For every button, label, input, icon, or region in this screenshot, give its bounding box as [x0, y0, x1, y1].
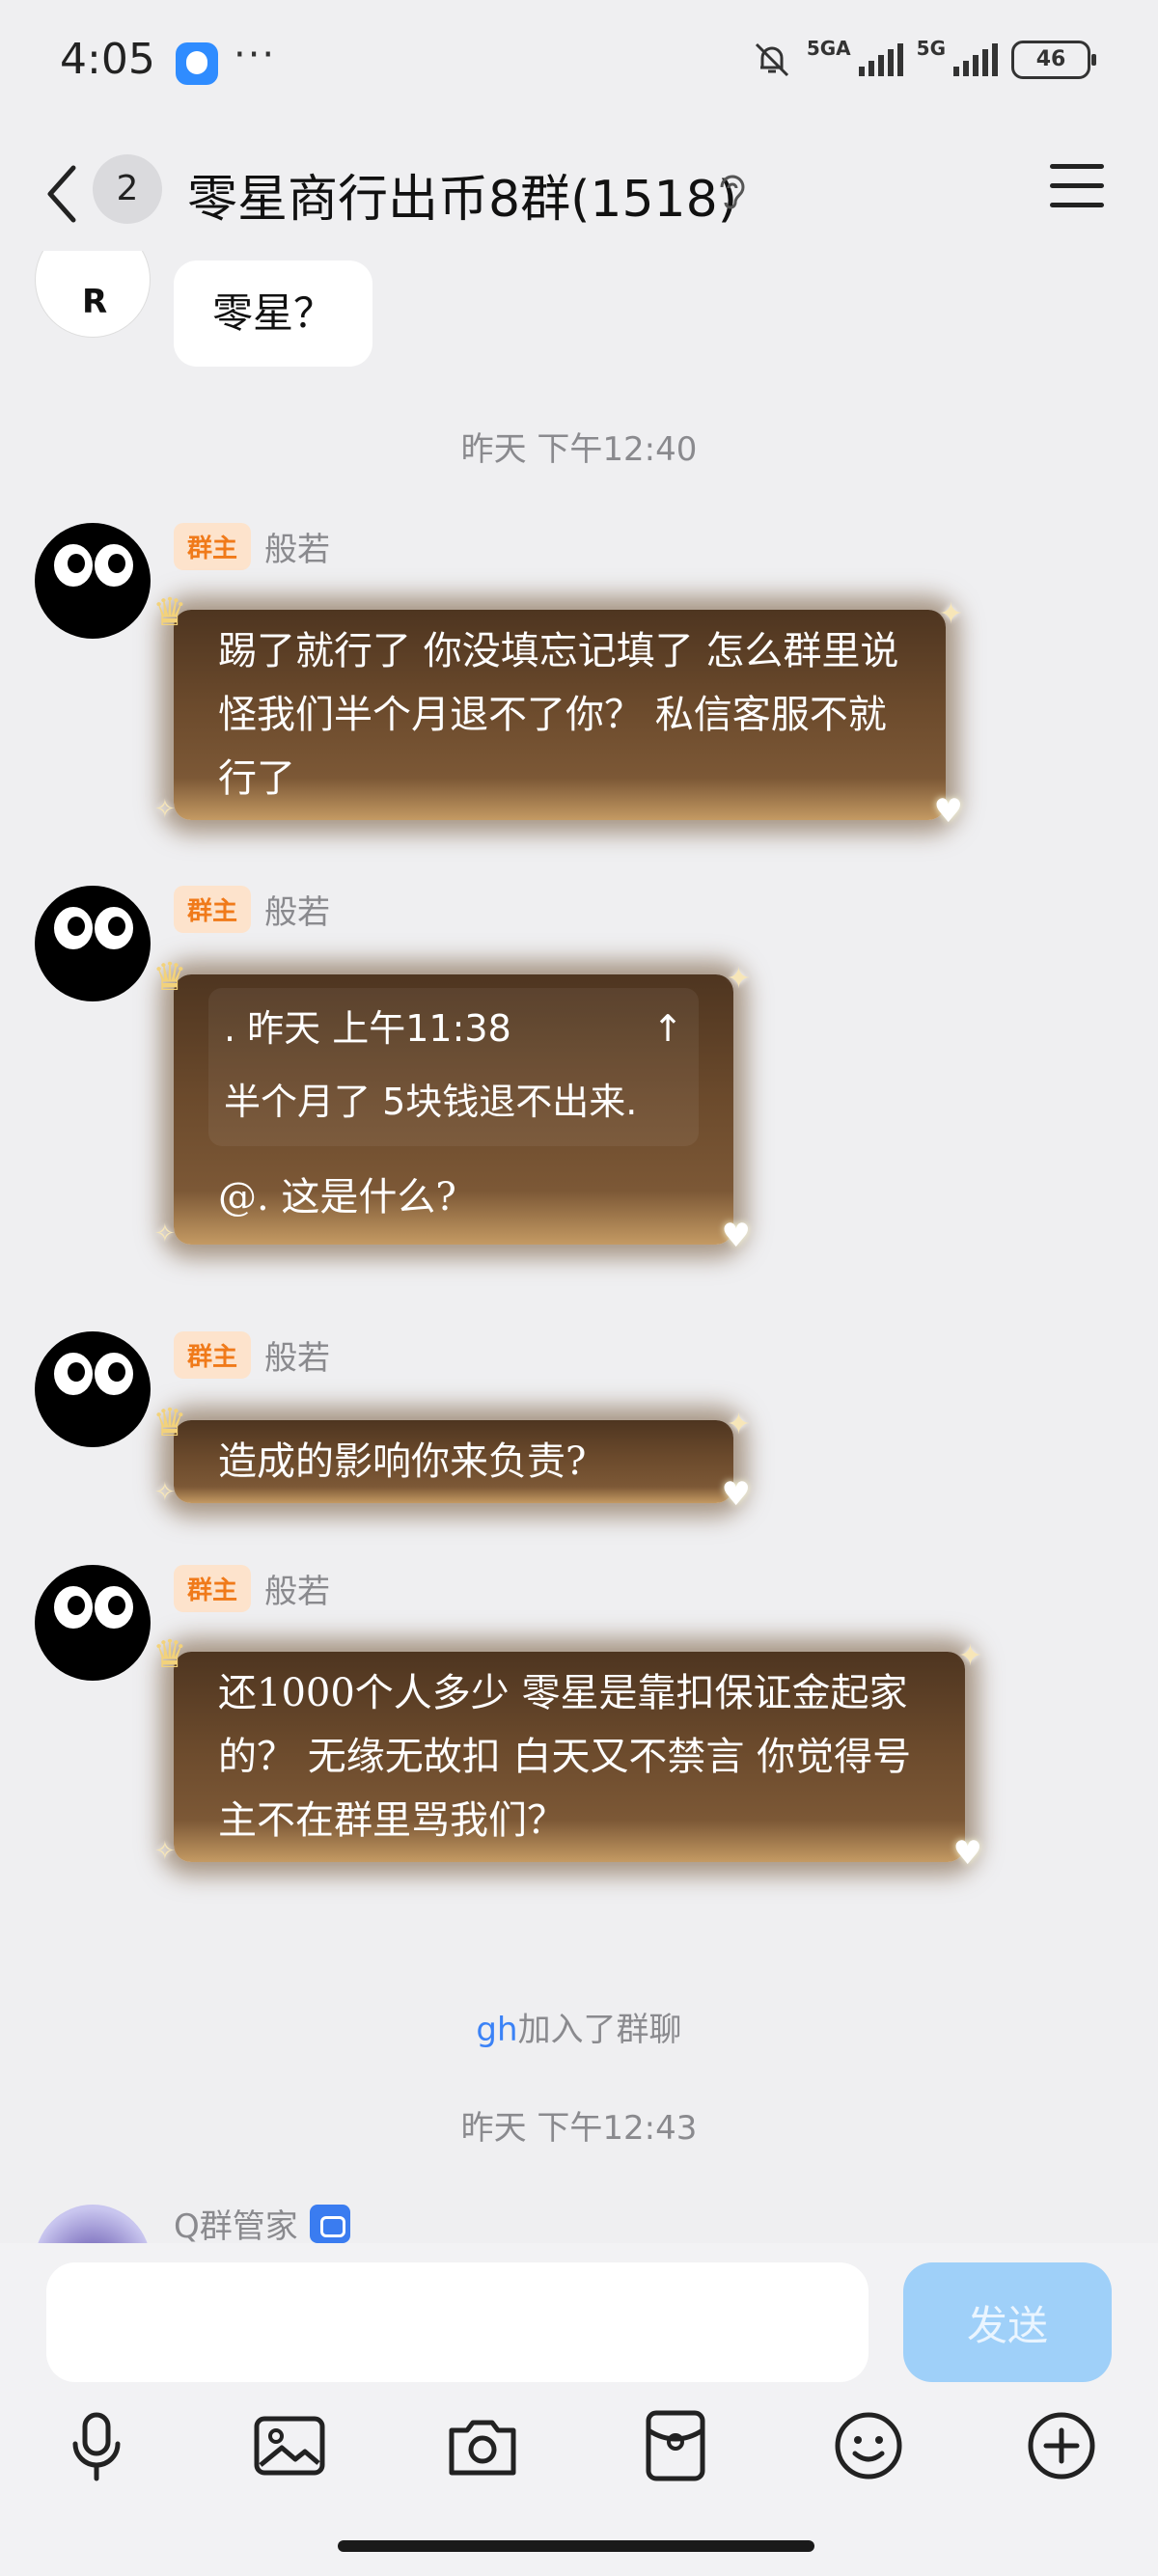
- sparkle-icon: ✧: [154, 1219, 176, 1248]
- sparkle-icon: ✧: [154, 1837, 176, 1866]
- joined-member-link[interactable]: gh: [476, 2011, 517, 2049]
- sender-row: 群主 般若: [174, 886, 330, 933]
- message-list[interactable]: R 零星？ 昨天 下午12:40 群主 般若 ♛ ✦ ✧ ♥ 踢了就行了 你没填…: [0, 251, 1158, 2243]
- sender-name[interactable]: 般若: [264, 523, 330, 570]
- status-indicators: 5GA 5G 46: [751, 37, 1096, 81]
- network-label-1: 5GA: [806, 37, 851, 60]
- sender-row: 群主 般若: [174, 1565, 330, 1612]
- message-text: 还1000个人多少 零星是靠扣保证金起家的？ 无缘无故扣 白天又不禁言 你觉得号…: [218, 1671, 912, 1843]
- avatar-eye: [95, 1353, 133, 1395]
- avatar-letter: R: [82, 283, 108, 321]
- composer-toolbar: [0, 2407, 1158, 2504]
- avatar-eye: [95, 907, 133, 949]
- quoted-message[interactable]: . 昨天 上午11:38 ↑ 半个月了 5块钱退不出来.: [208, 988, 699, 1146]
- message-text: 造成的影响你来负责?: [218, 1439, 587, 1484]
- group-title[interactable]: 零星商行出币8群(1518): [187, 158, 737, 231]
- message-text: @. 这是什么?: [218, 1175, 456, 1219]
- more-notifications-icon: ···: [234, 33, 277, 77]
- plus-icon[interactable]: [1023, 2407, 1100, 2484]
- avatar-eye: [54, 907, 93, 949]
- status-bar: 4:05 ··· 5GA 5G 46: [0, 0, 1158, 125]
- quote-meta: . 昨天 上午11:38: [224, 1007, 511, 1050]
- battery-icon: 46: [1011, 41, 1096, 79]
- message-bubble[interactable]: ♛ ✦ ✧ ♥ 造成的影响你来负责?: [152, 1401, 751, 1514]
- chat-header: 2 零星商行出币8群(1518): [0, 125, 1158, 251]
- crown-icon: ♛: [152, 590, 187, 635]
- avatar[interactable]: [35, 886, 151, 1001]
- signal-icon-2: [953, 43, 998, 76]
- sparkle-icon: ✦: [957, 1639, 982, 1673]
- home-indicator[interactable]: [338, 2540, 814, 2552]
- sparkle-icon: ✦: [726, 962, 751, 996]
- ear-icon[interactable]: [714, 172, 751, 214]
- qq-app-icon: [176, 42, 218, 85]
- crown-icon: ♛: [152, 1401, 187, 1445]
- owner-badge: 群主: [174, 523, 252, 570]
- unread-count-badge[interactable]: 2: [93, 154, 162, 224]
- robot-icon: [309, 2204, 350, 2243]
- avatar-eye: [54, 544, 93, 587]
- message-bubble[interactable]: ♛ ✦ ✧ ♥ 踢了就行了 你没填忘记填了 怎么群里说怪我们半个月退不了你？ 私…: [152, 590, 963, 831]
- owner-badge: 群主: [174, 1565, 252, 1612]
- avatar[interactable]: [35, 523, 151, 639]
- message-bubble[interactable]: ♛ ✦ ✧ ♥ . 昨天 上午11:38 ↑ 半个月了 5块钱退不出来. @. …: [152, 955, 751, 1255]
- bot-avatar[interactable]: [35, 2205, 151, 2243]
- sender-name[interactable]: 般若: [264, 1331, 330, 1379]
- system-join-notice: gh加入了群聊: [0, 2003, 1158, 2050]
- timestamp: 昨天 下午12:43: [460, 2109, 698, 2148]
- timestamp: 昨天 下午12:40: [460, 430, 698, 469]
- camera-icon[interactable]: [444, 2407, 521, 2484]
- avatar-eye: [54, 1353, 93, 1395]
- quote-jump-arrow-icon[interactable]: ↑: [652, 992, 683, 1065]
- owner-badge: 群主: [174, 1331, 252, 1379]
- crown-icon: ♛: [152, 1632, 187, 1677]
- microphone-icon[interactable]: [58, 2407, 135, 2484]
- sparkle-icon: ✧: [154, 1478, 176, 1507]
- avatar-eye: [95, 1586, 133, 1629]
- back-arrow-icon[interactable]: [39, 160, 87, 228]
- avatar-eye: [95, 544, 133, 587]
- avatar[interactable]: R: [35, 251, 151, 338]
- message-text: 踢了就行了 你没填忘记填了 怎么群里说怪我们半个月退不了你？ 私信客服不就行了: [218, 629, 899, 801]
- avatar[interactable]: [35, 1331, 151, 1447]
- sender-name[interactable]: 般若: [264, 886, 330, 933]
- avatar-eye: [54, 1586, 93, 1629]
- sparkle-icon: ✦: [726, 1408, 751, 1441]
- message-input[interactable]: [46, 2262, 868, 2382]
- sparkle-icon: ✦: [938, 597, 963, 631]
- signal-icon-1: [858, 43, 903, 76]
- message-bubble[interactable]: 零星？: [174, 260, 372, 367]
- heart-icon: ♥: [721, 1217, 751, 1255]
- message-bubble[interactable]: ♛ ✦ ✧ ♥ 还1000个人多少 零星是靠扣保证金起家的？ 无缘无故扣 白天又…: [152, 1632, 982, 1873]
- sender-name[interactable]: Q群管家: [174, 2200, 298, 2243]
- join-text: 加入了群聊: [517, 2011, 682, 2049]
- composer: 发送: [0, 2243, 1158, 2576]
- heart-icon: ♥: [933, 792, 963, 831]
- avatar[interactable]: [35, 1565, 151, 1681]
- network-label-2: 5G: [916, 37, 946, 60]
- sender-row: Q群管家: [174, 2200, 350, 2243]
- quote-text: 半个月了 5块钱退不出来.: [224, 1081, 638, 1123]
- image-icon[interactable]: [251, 2407, 328, 2484]
- bell-off-icon: [755, 42, 788, 77]
- red-packet-icon[interactable]: [637, 2407, 714, 2484]
- status-time: 4:05: [60, 35, 155, 84]
- sender-name[interactable]: 般若: [264, 1565, 330, 1612]
- heart-icon: ♥: [721, 1475, 751, 1514]
- sender-row: 群主 般若: [174, 523, 330, 570]
- heart-icon: ♥: [952, 1834, 982, 1873]
- menu-icon[interactable]: [1050, 164, 1104, 214]
- emoji-icon[interactable]: [830, 2407, 907, 2484]
- send-button[interactable]: 发送: [903, 2262, 1112, 2382]
- crown-icon: ♛: [152, 955, 187, 1000]
- sparkle-icon: ✧: [154, 795, 176, 824]
- sender-row: 群主 般若: [174, 1331, 330, 1379]
- owner-badge: 群主: [174, 886, 252, 933]
